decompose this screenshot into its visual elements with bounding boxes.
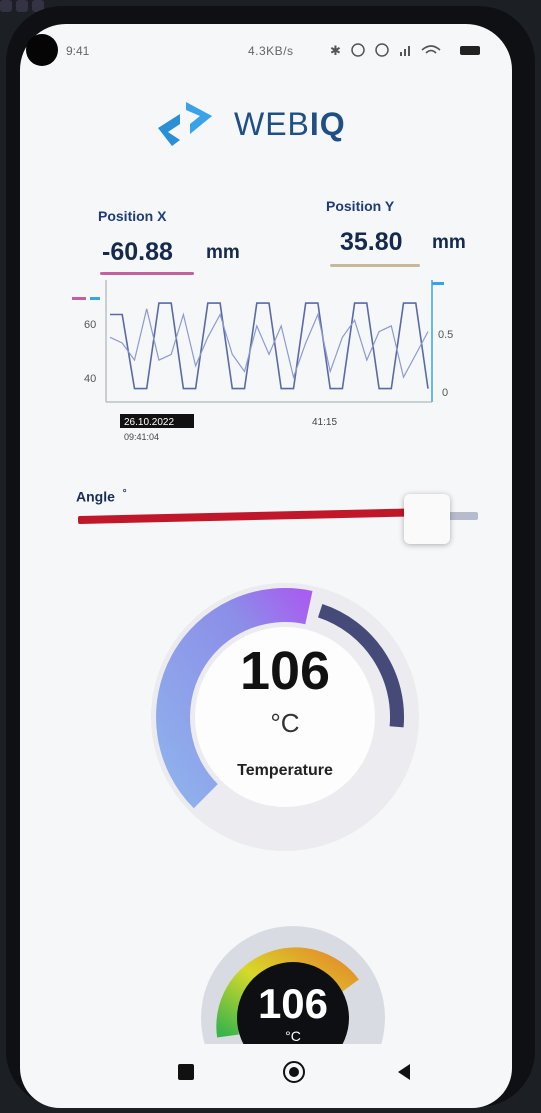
- right-tick-label: 0.5: [438, 329, 453, 341]
- battery-icon: [460, 46, 480, 55]
- home-circle-icon: [283, 1061, 305, 1083]
- angle-unit: °: [122, 488, 127, 499]
- status-icons: ✱: [330, 43, 441, 58]
- angle-label-text: Angle: [76, 488, 115, 505]
- legend-x-marker: [72, 297, 86, 300]
- notification-icon: [0, 0, 12, 12]
- position-x-label: Position X: [98, 208, 167, 224]
- logo-text-light: WEB: [234, 105, 310, 142]
- small-temperature-value: 106: [257, 980, 329, 1027]
- front-camera: [26, 34, 58, 66]
- logo-mark-icon: [158, 102, 212, 146]
- alarm-icon: [375, 43, 389, 57]
- series-line-1: [110, 302, 429, 390]
- small-temperature-unit: °C: [285, 1028, 301, 1044]
- back-button[interactable]: [392, 1060, 416, 1084]
- position-y-underline: [330, 264, 420, 267]
- position-x-unit: mm: [206, 242, 240, 263]
- angle-slider-thumb[interactable]: [404, 494, 450, 544]
- x-tick-time: 09:41:04: [124, 432, 159, 442]
- sync-icon: [351, 43, 365, 57]
- wifi-icon: [421, 45, 441, 54]
- position-x-value: -60.88: [102, 238, 173, 266]
- series-line-2: [109, 308, 429, 380]
- position-y-label: Position Y: [326, 198, 395, 214]
- left-tick-label: 40: [84, 373, 96, 385]
- back-triangle-icon: [398, 1064, 410, 1080]
- temperature-value: 106: [239, 641, 331, 701]
- temperature-label: Temperature: [237, 762, 333, 779]
- status-time: 9:41: [66, 44, 90, 58]
- logo-text-bold: IQ: [309, 105, 346, 142]
- x-tick-date: 26.10.2022: [124, 417, 174, 428]
- position-y-unit: mm: [432, 232, 466, 253]
- home-button[interactable]: [282, 1060, 306, 1084]
- status-network-speed: 4.3KB/s: [248, 44, 294, 58]
- position-y-value: 35.80: [340, 228, 403, 256]
- right-tick-label: 0: [442, 387, 448, 399]
- system-nav-bar: [20, 1044, 512, 1108]
- recents-button[interactable]: [174, 1060, 198, 1084]
- bluetooth-icon: ✱: [330, 43, 341, 58]
- logo-text: WEBIQ: [234, 106, 346, 143]
- legend-y-marker: [90, 297, 100, 300]
- x-tick-label: 41:15: [312, 417, 337, 428]
- position-chart: 60 40 0.5 0 26.10.2022 09:41:04 41:15: [72, 280, 453, 442]
- temperature-unit: °C: [270, 708, 300, 738]
- signal-icon: [400, 46, 410, 56]
- square-icon: [178, 1064, 194, 1080]
- left-tick-label: 60: [84, 319, 96, 331]
- angle-label: Angle °: [76, 488, 127, 505]
- webiq-logo: WEBIQ: [150, 96, 346, 152]
- notification-icon: [16, 0, 28, 12]
- legend-right-marker: [432, 282, 444, 285]
